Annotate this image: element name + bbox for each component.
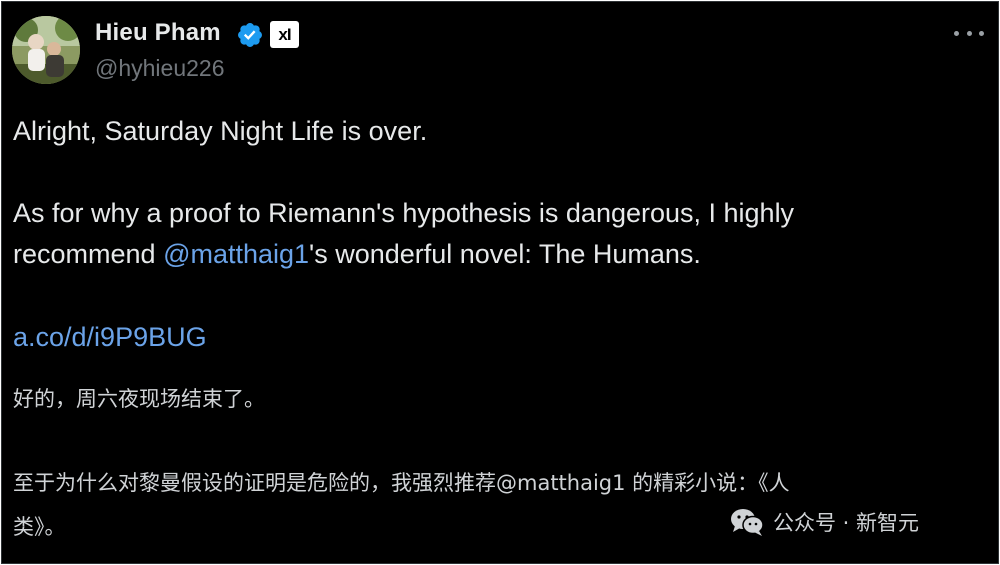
tweet-url-link[interactable]: a.co/d/i9P9BUG xyxy=(13,322,207,353)
more-options-icon[interactable] xyxy=(954,24,984,42)
more-dot xyxy=(954,30,959,36)
affiliation-badge[interactable]: xI xyxy=(270,21,299,48)
author-display-name[interactable]: Hieu Pham xyxy=(95,19,221,47)
watermark-text: 公众号 · 新智元 xyxy=(773,511,920,535)
mention-link[interactable]: @matthaig1 xyxy=(163,239,309,269)
tweet-card: Hieu Pham xI @hyhieu226 Alright, Saturda… xyxy=(1,1,999,564)
author-handle[interactable]: @hyhieu226 xyxy=(95,55,225,82)
tweet-text-line: Alright, Saturday Night Life is over. xyxy=(13,116,428,146)
translation-line: 好的，周六夜现场结束了。 xyxy=(13,387,265,411)
verified-badge-icon xyxy=(238,23,262,47)
source-watermark: 公众号 · 新智元 xyxy=(729,507,919,537)
tweet-text-line: recommend @matthaig1's wonderful novel: … xyxy=(13,239,701,270)
wechat-icon xyxy=(731,509,764,536)
translation-line: 至于为什么对黎曼假设的证明是危险的，我强烈推荐@matthaig1 的精彩小说：… xyxy=(13,471,790,495)
tweet-text-segment: 's wonderful novel: The Humans. xyxy=(309,239,701,269)
translation-line: 类》。 xyxy=(13,515,66,539)
tweet-text-segment: recommend xyxy=(13,239,164,269)
more-dot xyxy=(979,30,984,36)
avatar[interactable] xyxy=(12,16,80,84)
more-dot xyxy=(966,30,972,36)
tweet-text-line: As for why a proof to Riemann's hypothes… xyxy=(13,198,795,228)
